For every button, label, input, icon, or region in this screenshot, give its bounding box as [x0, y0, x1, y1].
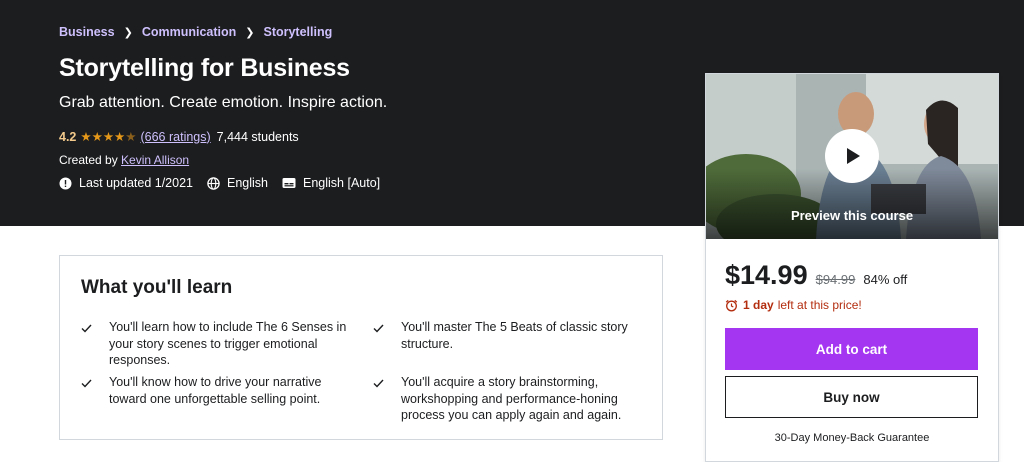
what-youll-learn: What you'll learn You'll learn how to in…	[59, 255, 663, 440]
star-icon: ★	[102, 130, 115, 144]
course-meta: Last updated 1/2021 English English [Aut…	[59, 176, 394, 190]
buy-now-button[interactable]: Buy now	[725, 376, 978, 418]
captions: English [Auto]	[282, 176, 380, 190]
course-preview[interactable]: Preview this course	[706, 74, 998, 239]
star-icon: ★	[114, 130, 126, 144]
sale-timer: 1 day left at this price!	[725, 298, 862, 312]
breadcrumb-communication[interactable]: Communication	[142, 25, 236, 39]
original-price: $94.99	[815, 272, 856, 287]
alarm-icon	[725, 299, 738, 311]
check-icon	[373, 374, 385, 424]
purchase-card: Preview this course $14.99 $94.99 84% of…	[705, 73, 999, 462]
timer-duration: 1 day	[743, 298, 774, 312]
learn-item: You'll acquire a story brainstorming, wo…	[373, 374, 643, 424]
timer-text: left at this price!	[777, 298, 862, 312]
learn-item: You'll master The 5 Beats of classic sto…	[373, 319, 643, 352]
learn-item: You'll learn how to include The 6 Senses…	[81, 319, 351, 369]
discount-percent: 84% off	[863, 272, 908, 287]
instructor-link[interactable]: Kevin Allison	[121, 153, 189, 167]
globe-icon	[207, 176, 220, 190]
created-by-label: Created by	[59, 153, 118, 167]
last-updated: Last updated 1/2021	[59, 176, 193, 190]
star-icon: ★	[125, 130, 137, 144]
price-row: $14.99 $94.99 84% off	[725, 260, 907, 291]
created-by: Created by Kevin Allison	[59, 153, 189, 167]
alert-icon	[59, 177, 72, 189]
breadcrumb-storytelling[interactable]: Storytelling	[263, 25, 332, 39]
preview-label[interactable]: Preview this course	[706, 208, 998, 223]
course-subtitle: Grab attention. Create emotion. Inspire …	[59, 94, 388, 111]
students-count: 7,444 students	[216, 129, 299, 144]
star-icon: ★	[91, 130, 103, 144]
check-icon	[81, 319, 93, 369]
chevron-right-icon: ❯	[123, 26, 133, 39]
rating-row: 4.2 ★★★★★ (666 ratings) 7,444 students	[59, 129, 299, 145]
add-to-cart-button[interactable]: Add to cart	[725, 328, 978, 370]
breadcrumb-business[interactable]: Business	[59, 25, 115, 39]
play-icon	[847, 148, 860, 164]
course-title: Storytelling for Business	[59, 54, 350, 82]
chevron-right-icon: ❯	[245, 26, 255, 39]
money-back-guarantee: 30-Day Money-Back Guarantee	[774, 432, 930, 444]
captions-icon	[282, 178, 296, 188]
check-icon	[373, 319, 385, 352]
learn-heading: What you'll learn	[81, 277, 233, 298]
learn-item: You'll know how to drive your narrative …	[81, 374, 351, 407]
breadcrumb: Business ❯ Communication ❯ Storytelling	[59, 25, 332, 39]
rating-value: 4.2	[59, 129, 77, 144]
check-icon	[81, 374, 93, 407]
current-price: $14.99	[725, 260, 808, 290]
ratings-count-link[interactable]: (666 ratings)	[140, 130, 210, 144]
star-rating: ★★★★★	[80, 129, 136, 144]
play-button[interactable]	[825, 129, 879, 183]
star-icon: ★	[80, 130, 92, 144]
language: English	[207, 176, 268, 190]
